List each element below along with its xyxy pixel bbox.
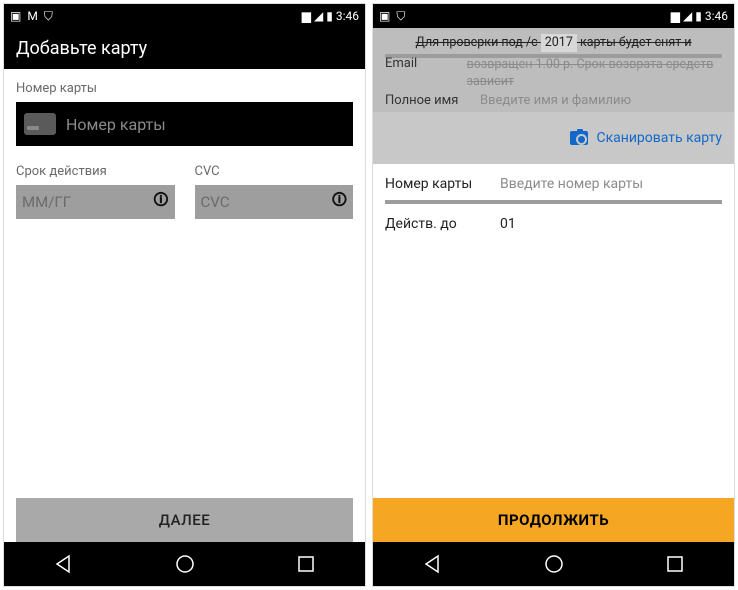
back-icon[interactable] <box>54 554 74 574</box>
recent-icon[interactable] <box>666 555 684 573</box>
card-number-placeholder: Введите номер карты <box>500 176 643 192</box>
phone-screen-a: ▣ M ⛉ ▆ ◢ ▮ 3:46 Добавьте карту Номер ка… <box>3 3 366 587</box>
cvc-input[interactable]: CVC 🛈 <box>195 185 354 219</box>
status-time: 3:46 <box>336 9 359 23</box>
phone-screen-b: ▣ ⛉ ▆ ◢ ▮ 3:46 Для проверки под /c 2017 … <box>372 3 735 587</box>
card-number-placeholder: Номер карты <box>66 115 166 134</box>
back-icon[interactable] <box>423 554 443 574</box>
home-icon[interactable] <box>174 553 196 575</box>
image-icon: ▣ <box>10 9 21 23</box>
fullname-label: Полное имя <box>385 93 480 108</box>
help-icon[interactable]: 🛈 <box>153 190 168 215</box>
debug-icon: ⛉ <box>396 9 405 24</box>
recent-icon[interactable] <box>297 555 315 573</box>
scan-label: Сканировать карту <box>596 130 722 146</box>
signal-icon: ◢ <box>314 9 323 23</box>
email-label: Email <box>385 56 467 91</box>
next-button[interactable]: ДАЛЕЕ <box>16 498 353 542</box>
battery-icon: ▮ <box>695 9 702 23</box>
notice-text: Для проверки под /c 2017 карты будет сня… <box>385 34 722 52</box>
continue-button[interactable]: ПРОДОЛЖИТЬ <box>373 498 734 542</box>
wifi-icon: ▆ <box>671 9 680 23</box>
nav-bar <box>373 542 734 586</box>
wifi-icon: ▆ <box>302 9 311 23</box>
card-number-label: Номер карты <box>16 81 353 96</box>
image-icon: ▣ <box>379 9 390 23</box>
valid-label: Действ. до <box>385 216 500 232</box>
top-notice-area: Для проверки под /c 2017 карты будет сня… <box>373 28 734 112</box>
expiry-label: Срок действия <box>16 164 175 179</box>
year-badge: 2017 <box>541 34 577 52</box>
page-title: Добавьте карту <box>4 28 365 69</box>
status-bar: ▣ ⛉ ▆ ◢ ▮ 3:46 <box>373 4 734 28</box>
cvc-label: CVC <box>195 164 354 179</box>
signal-icon: ◢ <box>683 9 692 23</box>
fullname-placeholder: Введите имя и фамилию <box>480 93 631 108</box>
fullname-row[interactable]: Полное имя Введите имя и фамилию <box>385 93 722 108</box>
cvc-placeholder: CVC <box>201 193 230 211</box>
battery-icon: ▮ <box>326 9 333 23</box>
expiry-input[interactable]: ММ/ГГ 🛈 <box>16 185 175 219</box>
notice-line2: возвращен 1.00 р. Срок возврата средств … <box>467 56 722 91</box>
valid-value: 01 <box>500 216 516 232</box>
help-icon[interactable]: 🛈 <box>332 190 347 215</box>
card-number-input[interactable]: Номер карты <box>16 102 353 146</box>
email-row[interactable]: Email возвращен 1.00 р. Срок возврата ср… <box>385 56 722 91</box>
expiry-placeholder: ММ/ГГ <box>22 193 71 211</box>
home-icon[interactable] <box>543 553 565 575</box>
card-number-row[interactable]: Номер карты Введите номер карты <box>373 164 734 200</box>
valid-till-row[interactable]: Действ. до 01 <box>373 204 734 240</box>
card-icon <box>24 113 56 135</box>
debug-icon: ⛉ <box>44 9 53 24</box>
status-time: 3:46 <box>705 9 728 23</box>
scan-card-button[interactable]: Сканировать карту <box>373 112 734 164</box>
nav-bar <box>4 542 365 586</box>
camera-icon <box>570 131 588 145</box>
status-bar: ▣ M ⛉ ▆ ◢ ▮ 3:46 <box>4 4 365 28</box>
gmail-icon: M <box>27 9 37 23</box>
card-number-label: Номер карты <box>385 176 500 192</box>
